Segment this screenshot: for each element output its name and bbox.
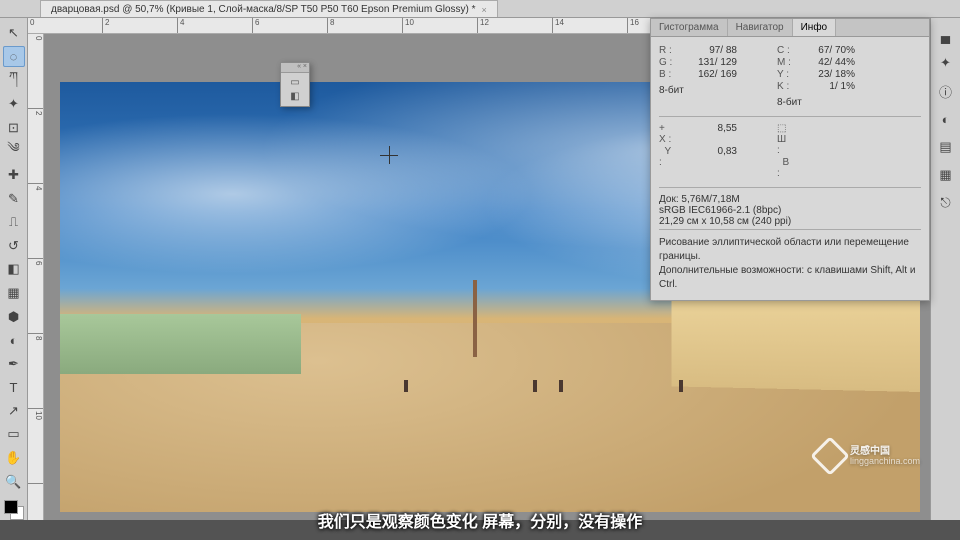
zoom-tool-icon[interactable]: 🔍 — [3, 471, 25, 493]
tab-info[interactable]: Инфо — [793, 19, 837, 36]
image-person — [679, 380, 683, 392]
close-icon[interactable]: × — [482, 5, 487, 15]
ruler-tick: 12 — [478, 18, 553, 33]
panel-icon[interactable]: ◧ — [290, 91, 299, 102]
eyedropper-tool-icon[interactable]: ༄ — [3, 140, 25, 162]
bit-depth: 8-бит — [659, 85, 684, 96]
xy-readout: + X :8,55 Y :0,83 — [659, 123, 737, 179]
channels-icon[interactable]: ▦ — [935, 164, 957, 186]
info-panel-tabs: Гистограмма Навигатор Инфо — [651, 19, 929, 37]
tab-navigator[interactable]: Навигатор — [728, 19, 793, 36]
dodge-tool-icon[interactable]: ◐ — [3, 329, 25, 351]
image-person — [404, 380, 408, 392]
document-tab[interactable]: дварцовая.psd @ 50,7% (Кривые 1, Слой-ма… — [40, 0, 498, 17]
ruler-tick: 0 — [28, 34, 43, 109]
pen-tool-icon[interactable]: ✒ — [3, 353, 25, 375]
eraser-tool-icon[interactable]: ◧ — [3, 259, 25, 281]
ruler-tick: 8 — [328, 18, 403, 33]
ruler-tick: 4 — [28, 184, 43, 259]
ruler-tick: 2 — [28, 109, 43, 184]
wand-tool-icon[interactable]: ✦ — [3, 93, 25, 115]
wh-readout: ⬚ Ш : В : — [777, 123, 855, 179]
layers-icon[interactable]: ▤ — [935, 136, 957, 158]
move-tool-icon[interactable]: ↖ — [3, 22, 25, 44]
ruler-tick: 2 — [103, 18, 178, 33]
heal-tool-icon[interactable]: ✚ — [3, 164, 25, 186]
watermark: 灵感中国 lingganchina.com — [816, 442, 920, 470]
cmyk-readout: C :67/ 70% M :42/ 44% Y :23/ 18% K :1/ 1… — [777, 45, 855, 108]
video-subtitle: 我们只是观察颜色变化 屏幕，分别，没有操作 — [0, 508, 960, 532]
info-panel: Гистограмма Навигатор Инфо R :97/ 88 G :… — [650, 18, 930, 301]
lasso-tool-icon[interactable]: ཀ — [3, 69, 25, 91]
ruler-tick: 6 — [28, 259, 43, 334]
info-icon[interactable]: ⓘ — [935, 80, 957, 102]
tab-title: дварцовая.psd @ 50,7% (Кривые 1, Слой-ма… — [51, 4, 476, 15]
workarea: ↖ ◌ ཀ ✦ ⊡ ༄ ✚ ✎ ⎍ ↺ ◧ ▦ ⬢ ◐ ✒ T ↗ ▭ ✋ 🔍 … — [0, 18, 960, 520]
type-tool-icon[interactable]: T — [3, 377, 25, 399]
doc-info: Док: 5,76M/7,18M sRGB IEC61966-2.1 (8bpc… — [659, 187, 921, 227]
tool-hint: Рисование эллиптической области или пере… — [659, 229, 921, 292]
path-tool-icon[interactable]: ↗ — [3, 400, 25, 422]
ruler-tick: 6 — [253, 18, 328, 33]
histogram-icon[interactable]: ▄ — [935, 24, 957, 46]
shape-tool-icon[interactable]: ▭ — [3, 424, 25, 446]
right-dock: ▄ ✦ ⓘ ◐ ▤ ▦ ⎋ — [930, 18, 960, 520]
tab-histogram[interactable]: Гистограмма — [651, 19, 728, 36]
ruler-tick: 14 — [553, 18, 628, 33]
mini-panel-header[interactable]: « × — [281, 63, 309, 73]
image-person — [559, 380, 563, 392]
ruler-tick: 8 — [28, 334, 43, 409]
watermark-logo-icon — [810, 436, 850, 476]
mini-panel[interactable]: « × ▭ ◧ — [280, 62, 310, 107]
ruler-tick: 10 — [403, 18, 478, 33]
ruler-tick: 4 — [178, 18, 253, 33]
watermark-text: 灵感中国 — [850, 447, 920, 457]
bit-depth: 8-бит — [777, 97, 802, 108]
paths-icon[interactable]: ⎋ — [935, 192, 957, 214]
image-column — [473, 280, 477, 357]
rgb-readout: R :97/ 88 G :131/ 129 B :162/ 169 8-бит — [659, 45, 737, 108]
info-panel-body: R :97/ 88 G :131/ 129 B :162/ 169 8-бит … — [651, 37, 929, 300]
image-building-left — [60, 314, 301, 374]
ruler-tick: 0 — [28, 18, 103, 33]
gradient-tool-icon[interactable]: ▦ — [3, 282, 25, 304]
adjustments-icon[interactable]: ◐ — [935, 108, 957, 130]
hand-tool-icon[interactable]: ✋ — [3, 447, 25, 469]
history-brush-icon[interactable]: ↺ — [3, 235, 25, 257]
stamp-tool-icon[interactable]: ⎍ — [3, 212, 25, 234]
ruler-vertical[interactable]: 0 2 4 6 8 10 — [28, 34, 44, 520]
blur-tool-icon[interactable]: ⬢ — [3, 306, 25, 328]
panel-icon[interactable]: ▭ — [290, 77, 299, 88]
watermark-url: lingganchina.com — [850, 457, 920, 466]
image-person — [533, 380, 537, 392]
mini-panel-body: ▭ ◧ — [281, 73, 309, 106]
navigator-icon[interactable]: ✦ — [935, 52, 957, 74]
document-tabs: дварцовая.psd @ 50,7% (Кривые 1, Слой-ма… — [0, 0, 960, 18]
tools-panel: ↖ ◌ ཀ ✦ ⊡ ༄ ✚ ✎ ⎍ ↺ ◧ ▦ ⬢ ◐ ✒ T ↗ ▭ ✋ 🔍 — [0, 18, 28, 520]
brush-tool-icon[interactable]: ✎ — [3, 188, 25, 210]
ruler-tick: 10 — [28, 409, 43, 484]
